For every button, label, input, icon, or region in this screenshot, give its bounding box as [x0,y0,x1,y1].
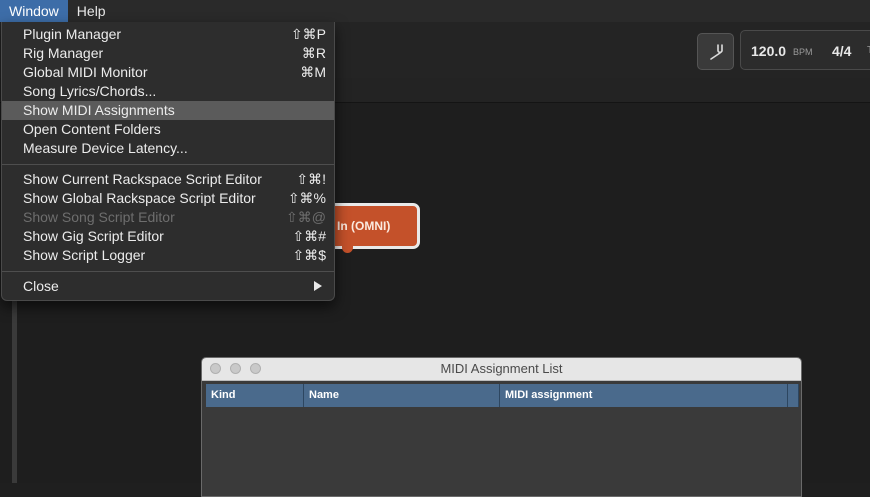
menu-item-plugin-manager[interactable]: Plugin Manager ⇧⌘P [2,25,334,44]
column-header-filler [788,384,799,407]
menu-item-label: Close [23,278,59,294]
midi-assignment-list-window: MIDI Assignment List Kind Name MIDI assi… [201,357,802,497]
menu-item-label: Show Gig Script Editor [23,228,164,244]
menu-item-shortcut: ⇧⌘% [287,190,326,206]
menu-item-label: Open Content Folders [23,121,161,137]
time-signature[interactable]: 4/4 [832,43,851,59]
menu-item-shortcut: ⇧⌘# [292,228,326,244]
menu-item-global-rackspace-script-editor[interactable]: Show Global Rackspace Script Editor ⇧⌘% [2,189,334,208]
tempo-display[interactable]: 120.0 BPM 4/4 T [740,30,870,70]
menu-separator [2,164,334,165]
menu-item-label: Rig Manager [23,45,104,61]
menu-item-global-midi-monitor[interactable]: Global MIDI Monitor ⌘M [2,63,334,82]
window-menu-dropdown: Plugin Manager ⇧⌘P Rig Manager ⌘R Global… [1,22,335,301]
menubar: Window Help [0,0,870,23]
menu-item-label: Song Lyrics/Chords... [23,83,157,99]
menu-item-label: Show MIDI Assignments [23,102,175,118]
menu-item-shortcut: ⌘R [301,45,326,61]
menu-item-shortcut: ⌘M [300,64,326,80]
menu-item-label: Show Song Script Editor [23,209,175,225]
tuner-button[interactable] [697,33,734,70]
window-titlebar[interactable]: MIDI Assignment List [202,358,801,381]
menu-item-shortcut: ⇧⌘! [296,171,326,187]
menu-item-label: Plugin Manager [23,26,122,42]
menu-item-close[interactable]: Close [2,277,334,296]
table-header: Kind Name MIDI assignment [206,384,799,407]
menu-item-label: Show Script Logger [23,247,146,263]
menu-item-open-content-folders[interactable]: Open Content Folders [2,120,334,139]
menu-item-shortcut: ⇧⌘@ [286,209,326,225]
assignment-table-body[interactable] [206,407,799,496]
menu-item-shortcut: ⇧⌘P [290,26,326,42]
menu-item-current-rackspace-script-editor[interactable]: Show Current Rackspace Script Editor ⇧⌘! [2,170,334,189]
menu-item-script-logger[interactable]: Show Script Logger ⇧⌘$ [2,246,334,265]
menu-item-label: Measure Device Latency... [23,140,188,156]
menu-item-rig-manager[interactable]: Rig Manager ⌘R [2,44,334,63]
menu-item-song-script-editor: Show Song Script Editor ⇧⌘@ [2,208,334,227]
column-header-midi-assignment[interactable]: MIDI assignment [500,384,788,407]
menu-item-song-lyrics-chords[interactable]: Song Lyrics/Chords... [2,82,334,101]
window-title: MIDI Assignment List [440,361,563,376]
menu-item-gig-script-editor[interactable]: Show Gig Script Editor ⇧⌘# [2,227,334,246]
tuning-fork-icon [709,43,723,60]
menu-item-label: Show Current Rackspace Script Editor [23,171,262,187]
tempo-unit-label: BPM [793,47,813,57]
tempo-value[interactable]: 120.0 [751,43,786,59]
submenu-arrow-icon [314,281,322,291]
menu-item-measure-device-latency[interactable]: Measure Device Latency... [2,139,334,158]
menu-item-label: Show Global Rackspace Script Editor [23,190,256,206]
left-rail [12,280,17,483]
menu-item-show-midi-assignments[interactable]: Show MIDI Assignments [2,101,334,120]
menu-item-label: Global MIDI Monitor [23,64,148,80]
menu-window[interactable]: Window [0,0,68,22]
menu-item-shortcut: ⇧⌘$ [292,247,326,263]
column-header-kind[interactable]: Kind [206,384,304,407]
column-header-name[interactable]: Name [304,384,500,407]
menu-help[interactable]: Help [68,0,115,22]
midi-in-block-label: In (OMNI) [337,219,391,233]
menu-separator [2,271,334,272]
